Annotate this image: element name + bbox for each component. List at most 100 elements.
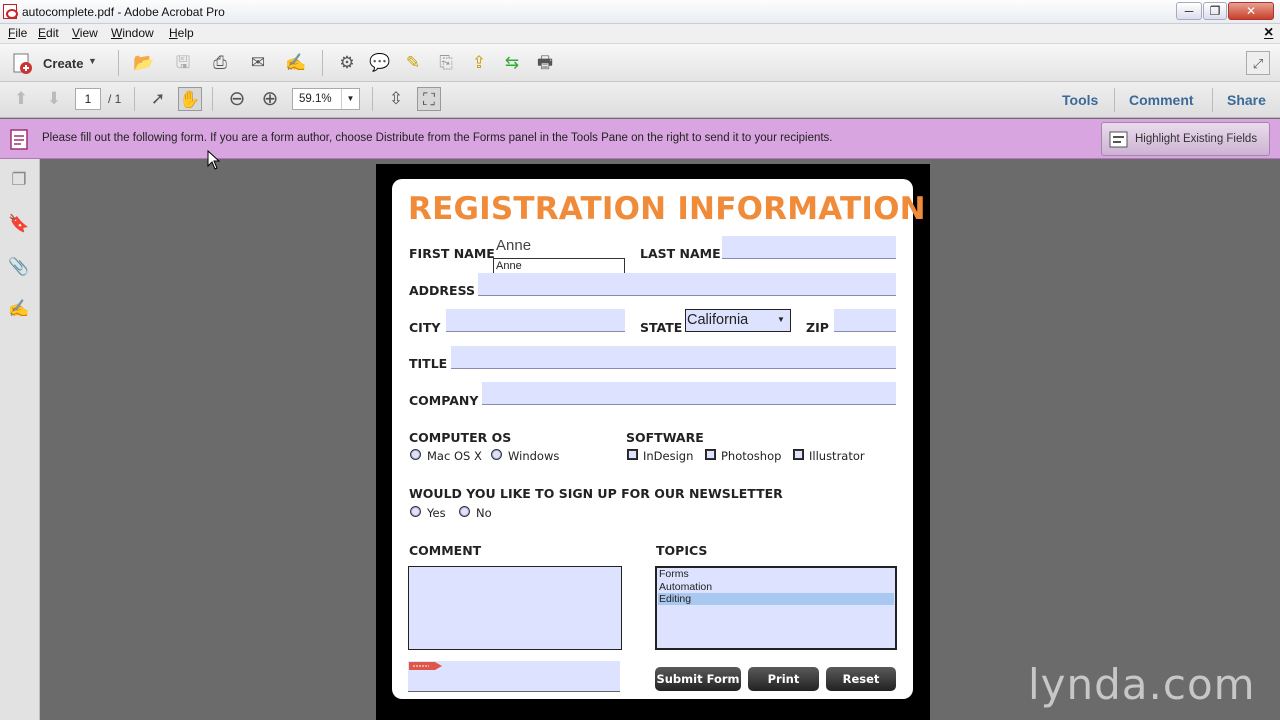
- gear-icon[interactable]: ⚙: [335, 51, 359, 75]
- comment-link[interactable]: Comment: [1129, 92, 1194, 108]
- mouse-cursor-icon: [207, 150, 221, 170]
- last-name-label: LAST NAME: [640, 246, 721, 261]
- first-name-field[interactable]: Anne: [494, 235, 624, 257]
- checkbox-photoshop[interactable]: [705, 449, 716, 460]
- full-screen-icon[interactable]: ⛶: [417, 87, 441, 111]
- comment-label: COMMENT: [409, 543, 482, 558]
- menu-view[interactable]: View: [72, 26, 98, 40]
- create-pdf-icon: [13, 53, 32, 74]
- highlight-icon[interactable]: ✎: [401, 51, 425, 75]
- window-title: autocomplete.pdf - Adobe Acrobat Pro: [22, 5, 225, 19]
- next-page-icon[interactable]: ⬇: [42, 87, 66, 111]
- sign-icon[interactable]: ✍: [284, 51, 308, 75]
- menu-window[interactable]: Window: [111, 26, 154, 40]
- yes-label: Yes: [427, 506, 446, 520]
- select-tool-icon[interactable]: ➚: [146, 87, 170, 111]
- save-icon[interactable]: 🖫: [171, 51, 195, 75]
- reset-button[interactable]: Reset: [826, 667, 896, 691]
- create-label: Create: [43, 56, 84, 71]
- form-icon: [10, 129, 28, 150]
- export-icon[interactable]: ⇪: [467, 51, 491, 75]
- create-button[interactable]: Create ▼: [8, 51, 106, 75]
- mac-os-x-label: Mac OS X: [427, 449, 482, 463]
- checkbox-indesign[interactable]: [627, 449, 638, 460]
- fit-page-icon[interactable]: ⇳: [384, 87, 408, 111]
- zoom-value: 59.1%: [299, 93, 332, 105]
- page-thumbnails-icon[interactable]: ❐: [8, 169, 30, 191]
- checkbox-illustrator[interactable]: [793, 449, 804, 460]
- open-folder-icon[interactable]: 📂: [132, 51, 156, 75]
- minimize-button[interactable]: ─: [1176, 2, 1202, 20]
- comment-textarea[interactable]: [408, 566, 622, 650]
- title-field[interactable]: [451, 346, 896, 369]
- state-select[interactable]: California ▼: [685, 309, 791, 332]
- company-field[interactable]: [482, 382, 896, 405]
- comment-bubble-icon[interactable]: 💬: [368, 51, 392, 75]
- signature-icon[interactable]: ✍: [8, 298, 30, 320]
- zoom-out-icon[interactable]: ⊖: [225, 87, 249, 111]
- hand-tool-icon[interactable]: ✋: [178, 87, 202, 111]
- radio-mac-os-x[interactable]: [410, 449, 421, 460]
- attachment-icon[interactable]: 📎: [8, 256, 30, 278]
- close-window-button[interactable]: ✕: [1228, 2, 1274, 20]
- expand-icon[interactable]: ⤢: [1246, 51, 1270, 75]
- topic-option-selected[interactable]: Editing: [658, 593, 894, 605]
- chevron-down-icon: ▼: [88, 56, 97, 66]
- menu-bar: File Edit View Window Help ×: [0, 24, 1280, 44]
- navigation-pane: ❐ 🔖 📎 ✍: [0, 159, 40, 720]
- title-bar: autocomplete.pdf - Adobe Acrobat Pro ─ ❐…: [0, 0, 1280, 24]
- chevron-down-icon: ▼: [777, 315, 785, 324]
- address-label: ADDRESS: [409, 283, 476, 298]
- tools-link[interactable]: Tools: [1062, 92, 1098, 108]
- last-name-field[interactable]: [722, 236, 896, 259]
- title-label: TITLE: [409, 356, 448, 371]
- pdf-file-icon: [3, 4, 18, 19]
- page-number-input[interactable]: 1: [75, 88, 101, 110]
- radio-no[interactable]: [459, 506, 470, 517]
- attach-icon[interactable]: ⎘: [434, 51, 458, 75]
- chevron-down-icon: ▼: [341, 89, 359, 109]
- signature-tag-icon: [409, 662, 442, 670]
- form-message: Please fill out the following form. If y…: [42, 132, 833, 144]
- address-field[interactable]: [478, 273, 896, 296]
- menu-file[interactable]: File: [8, 26, 27, 40]
- computer-os-label: COMPUTER OS: [409, 430, 512, 445]
- page-total: / 1: [108, 92, 122, 106]
- highlight-fields-icon: [1109, 131, 1128, 148]
- state-label: STATE: [640, 320, 683, 335]
- email-icon[interactable]: ✉: [246, 51, 270, 75]
- main-toolbar: Create ▼ 📂 🖫 ⎙ ✉ ✍ ⚙ 💬 ✎ ⎘ ⇪ ⇆ 🖶 ⤢: [0, 44, 1280, 82]
- previous-page-icon[interactable]: ⬆: [9, 87, 33, 111]
- scan-icon[interactable]: 🖶: [533, 51, 557, 75]
- first-name-value: Anne: [496, 237, 532, 254]
- highlight-existing-fields-button[interactable]: Highlight Existing Fields: [1101, 122, 1270, 156]
- menu-edit[interactable]: Edit: [38, 26, 59, 40]
- company-label: COMPANY: [409, 393, 479, 408]
- topic-option[interactable]: Forms: [658, 568, 894, 580]
- photoshop-label: Photoshop: [721, 449, 782, 463]
- zip-label: ZIP: [806, 320, 829, 335]
- zoom-select[interactable]: 59.1% ▼: [292, 88, 360, 110]
- zoom-in-icon[interactable]: ⊕: [258, 87, 282, 111]
- form-message-bar: Please fill out the following form. If y…: [0, 119, 1280, 159]
- menu-help[interactable]: Help: [169, 26, 194, 40]
- zip-field[interactable]: [834, 309, 896, 332]
- share-link[interactable]: Share: [1227, 92, 1266, 108]
- bookmark-icon[interactable]: 🔖: [8, 213, 30, 235]
- navigation-toolbar: ⬆ ⬇ 1 / 1 ➚ ✋ ⊖ ⊕ 59.1% ▼ ⇳ ⛶ Tools Comm…: [0, 82, 1280, 118]
- close-document-button[interactable]: ×: [1264, 24, 1273, 42]
- combine-icon[interactable]: ⇆: [500, 51, 524, 75]
- print-icon[interactable]: ⎙: [208, 51, 232, 75]
- topics-label: TOPICS: [656, 543, 708, 558]
- radio-yes[interactable]: [410, 506, 421, 517]
- form-title: REGISTRATION INFORMATION: [408, 191, 926, 227]
- city-field[interactable]: [446, 309, 625, 332]
- radio-windows[interactable]: [491, 449, 502, 460]
- no-label: No: [476, 506, 492, 520]
- restore-button[interactable]: ❐: [1203, 2, 1227, 20]
- print-button[interactable]: Print: [748, 667, 819, 691]
- newsletter-label: WOULD YOU LIKE TO SIGN UP FOR OUR NEWSLE…: [409, 486, 783, 501]
- submit-form-button[interactable]: Submit Form: [655, 667, 741, 691]
- software-label: SOFTWARE: [626, 430, 704, 445]
- topic-option[interactable]: Automation: [658, 581, 894, 593]
